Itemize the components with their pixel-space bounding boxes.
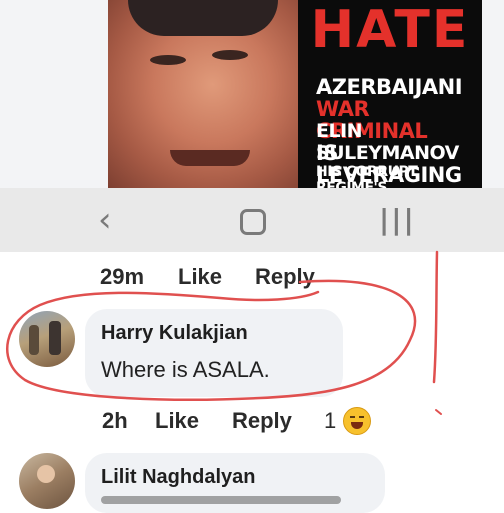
annotation-line (432, 250, 439, 384)
annotation-overlay (6, 250, 442, 415)
annotation-dot (435, 409, 442, 415)
annotation-circle (6, 279, 417, 401)
